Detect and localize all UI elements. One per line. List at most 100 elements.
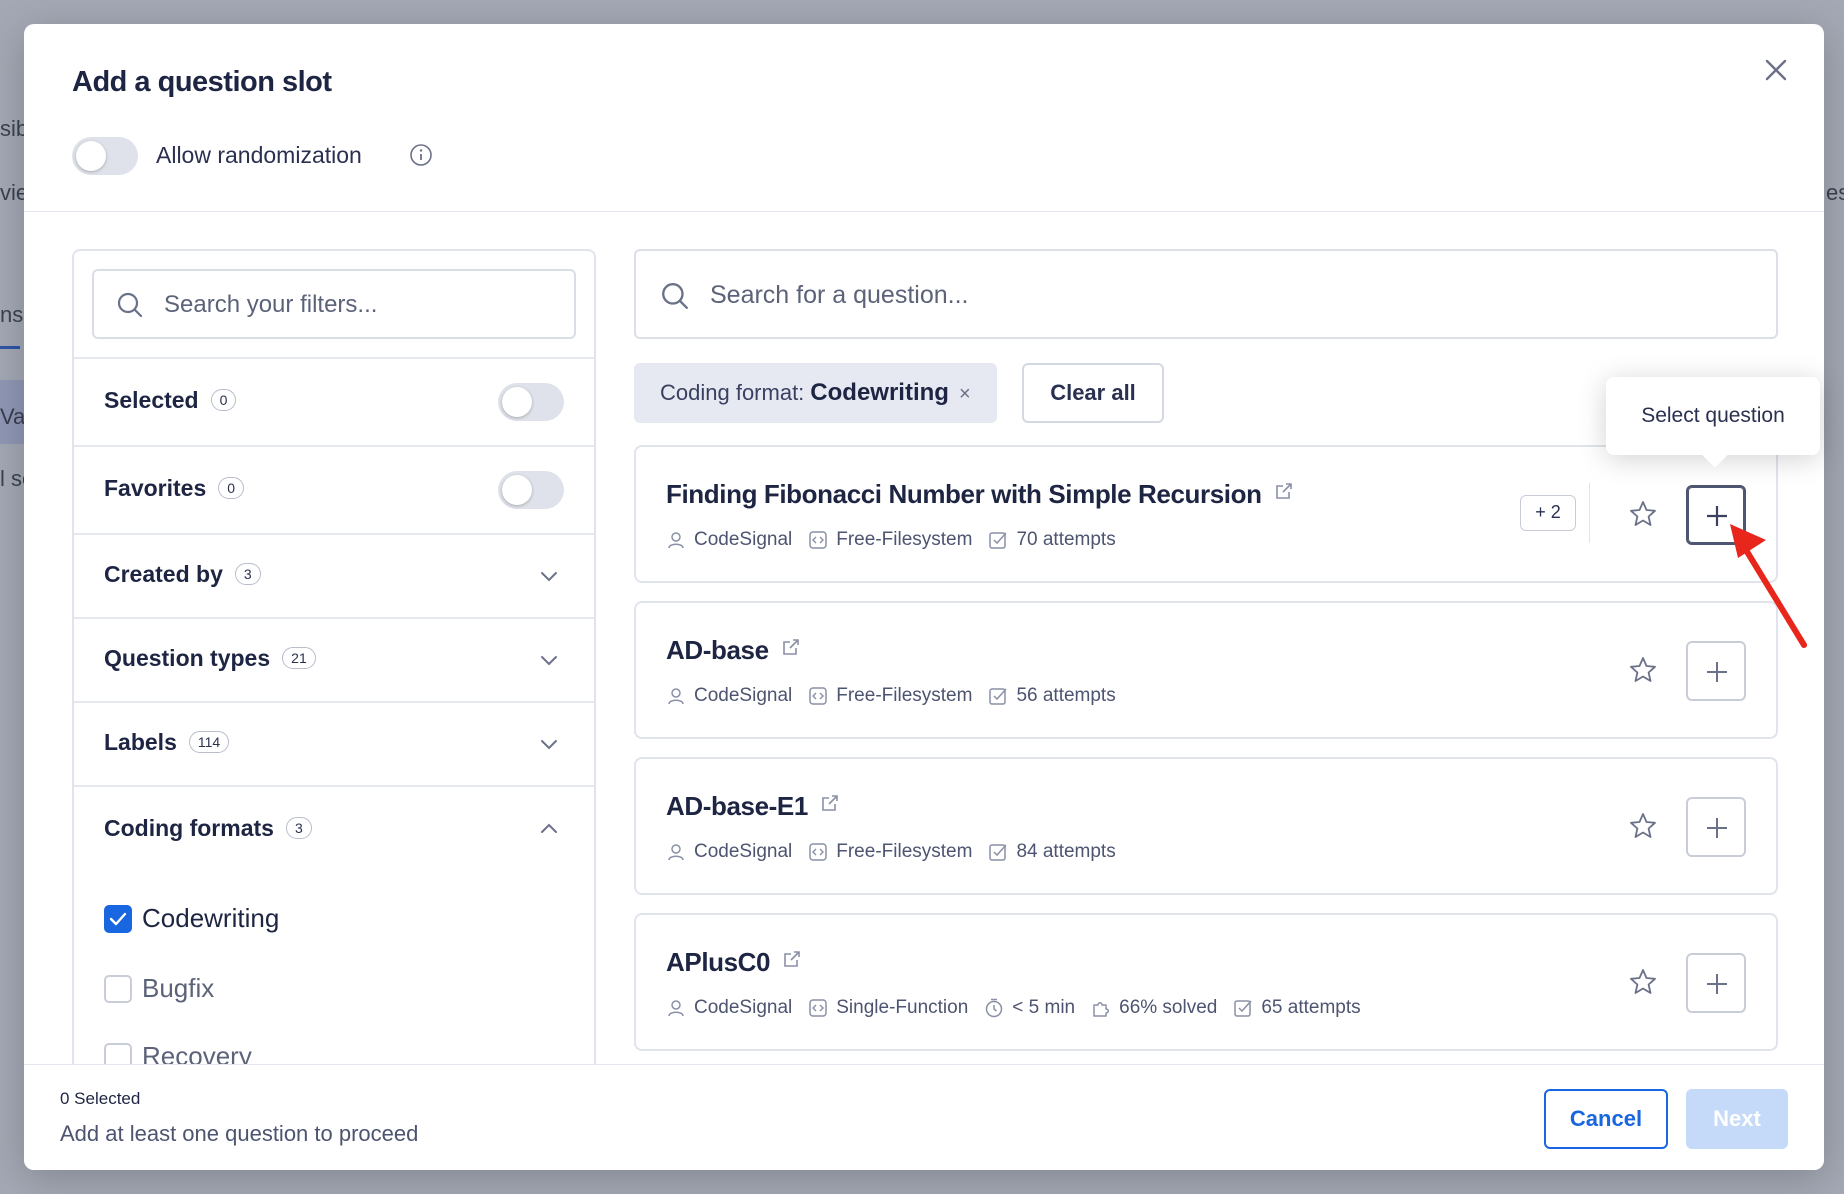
checkbox[interactable]	[104, 975, 132, 1003]
bg-tab-underline	[0, 346, 20, 349]
modal-header: Add a question slot Allow randomization	[24, 24, 1824, 212]
author-text: CodeSignal	[694, 685, 793, 706]
attempts-text: 84 attempts	[1016, 841, 1116, 862]
question-card[interactable]: Finding Fibonacci Number with Simple Rec…	[634, 445, 1778, 583]
next-button[interactable]: Next	[1686, 1089, 1788, 1149]
select-question-button[interactable]	[1686, 953, 1746, 1013]
cancel-button[interactable]: Cancel	[1544, 1089, 1668, 1149]
format-meta: Free-Filesystem	[808, 529, 972, 551]
plus-icon	[1707, 974, 1727, 994]
filter-row-favorites: Favorites 0	[74, 445, 594, 533]
duration-meta: < 5 min	[984, 997, 1075, 1019]
star-icon[interactable]	[1628, 967, 1658, 997]
add-question-slot-modal: Add a question slot Allow randomization …	[24, 24, 1824, 1170]
modal-footer: 0 Selected Add at least one question to …	[24, 1064, 1824, 1170]
author-meta: CodeSignal	[666, 685, 792, 707]
select-question-button[interactable]	[1686, 641, 1746, 701]
attempts-meta: 65 attempts	[1233, 997, 1361, 1019]
filter-label: Created by	[104, 561, 223, 587]
bg-text-fragment: es	[1826, 180, 1844, 205]
attempts-meta: 70 attempts	[988, 529, 1116, 551]
attempts-meta: 84 attempts	[988, 841, 1116, 863]
info-icon[interactable]	[409, 143, 433, 167]
code-icon	[809, 843, 827, 861]
selected-toggle[interactable]	[498, 383, 564, 421]
select-question-button[interactable]	[1686, 797, 1746, 857]
chip-value: Codewriting	[810, 379, 949, 406]
author-meta: CodeSignal	[666, 997, 792, 1019]
question-title[interactable]: AD-base-E1	[666, 791, 808, 821]
chevron-down-icon	[541, 740, 557, 750]
filter-row-labels[interactable]: Labels 114	[74, 701, 594, 785]
filter-label: Coding formats	[104, 815, 274, 841]
author-meta: CodeSignal	[666, 841, 792, 863]
count-badge: 0	[218, 477, 245, 499]
chevron-down-icon	[541, 656, 557, 666]
author-meta: CodeSignal	[666, 529, 792, 551]
search-icon	[662, 283, 688, 309]
filter-label: Favorites	[104, 475, 207, 501]
randomization-toggle[interactable]	[72, 137, 138, 175]
question-card[interactable]: AD-base-E1 CodeSignal Free-Filesystem 84…	[634, 757, 1778, 895]
divider	[1588, 483, 1590, 543]
checkbox-icon	[989, 844, 1007, 861]
attempts-text: 56 attempts	[1016, 685, 1116, 706]
attempts-text: 70 attempts	[1016, 529, 1116, 550]
attempts-text: 65 attempts	[1261, 997, 1361, 1018]
count-badge: 3	[234, 563, 261, 585]
filter-label: Selected	[104, 387, 199, 413]
close-icon	[1765, 59, 1787, 81]
filter-row-question-types[interactable]: Question types 21	[74, 617, 594, 701]
plus-icon	[1707, 818, 1727, 838]
checkbox-label: Codewriting	[142, 903, 280, 933]
question-search-input[interactable]: Search for a question...	[634, 249, 1778, 339]
question-card[interactable]: AD-base CodeSignal Free-Filesystem 56 at…	[634, 601, 1778, 739]
chip-remove-icon[interactable]: ×	[959, 383, 971, 405]
star-icon[interactable]	[1628, 499, 1658, 529]
chevron-up-icon[interactable]	[538, 817, 560, 839]
favorites-toggle[interactable]	[498, 471, 564, 509]
solved-text: 66% solved	[1119, 997, 1218, 1018]
filter-label: Question types	[104, 645, 271, 671]
question-title[interactable]: AD-base	[666, 635, 769, 665]
question-card[interactable]: APlusC0 CodeSignal Single-Function < 5 m…	[634, 913, 1778, 1051]
annotation-arrow-icon	[1730, 524, 1807, 648]
filter-row-created-by[interactable]: Created by 3	[74, 533, 594, 617]
question-title[interactable]: APlusC0	[666, 947, 771, 977]
clear-all-button[interactable]: Clear all	[1022, 363, 1164, 423]
checkbox-icon	[989, 532, 1007, 549]
checkbox-icon	[989, 688, 1007, 705]
code-icon	[809, 531, 827, 549]
question-title[interactable]: Finding Fibonacci Number with Simple Rec…	[666, 479, 1262, 509]
more-labels-badge[interactable]: + 2	[1520, 495, 1576, 531]
format-text: Single-Function	[836, 997, 969, 1018]
question-search-placeholder: Search for a question...	[710, 281, 969, 309]
chevron-down-icon	[541, 572, 557, 582]
puzzle-icon	[1093, 1002, 1110, 1017]
external-link-icon[interactable]	[781, 637, 801, 657]
filter-row-selected: Selected 0	[74, 357, 594, 445]
author-text: CodeSignal	[694, 841, 793, 862]
solved-meta: 66% solved	[1091, 997, 1217, 1019]
format-meta: Free-Filesystem	[808, 841, 972, 863]
select-question-tooltip: Select question	[1606, 377, 1820, 455]
star-icon[interactable]	[1628, 655, 1658, 685]
format-meta: Free-Filesystem	[808, 685, 972, 707]
checkbox[interactable]	[104, 905, 132, 933]
filter-search-placeholder: Search your filters...	[164, 291, 378, 318]
external-link-icon[interactable]	[820, 793, 840, 813]
code-icon	[809, 687, 827, 705]
coding-formats-header[interactable]: Coding formats 3	[104, 815, 312, 842]
format-text: Free-Filesystem	[836, 685, 973, 706]
timer-icon	[986, 998, 1003, 1018]
author-text: CodeSignal	[694, 529, 793, 550]
checkbox-icon	[1234, 1000, 1252, 1017]
active-filter-chip: Coding format: Codewriting ×	[634, 363, 997, 423]
filter-search-input[interactable]: Search your filters...	[92, 269, 576, 339]
close-button[interactable]	[1758, 52, 1794, 88]
star-icon[interactable]	[1628, 811, 1658, 841]
selection-hint: Add at least one question to proceed	[60, 1121, 419, 1146]
external-link-icon[interactable]	[1274, 481, 1294, 501]
format-text: Free-Filesystem	[836, 529, 973, 550]
external-link-icon[interactable]	[782, 949, 802, 969]
